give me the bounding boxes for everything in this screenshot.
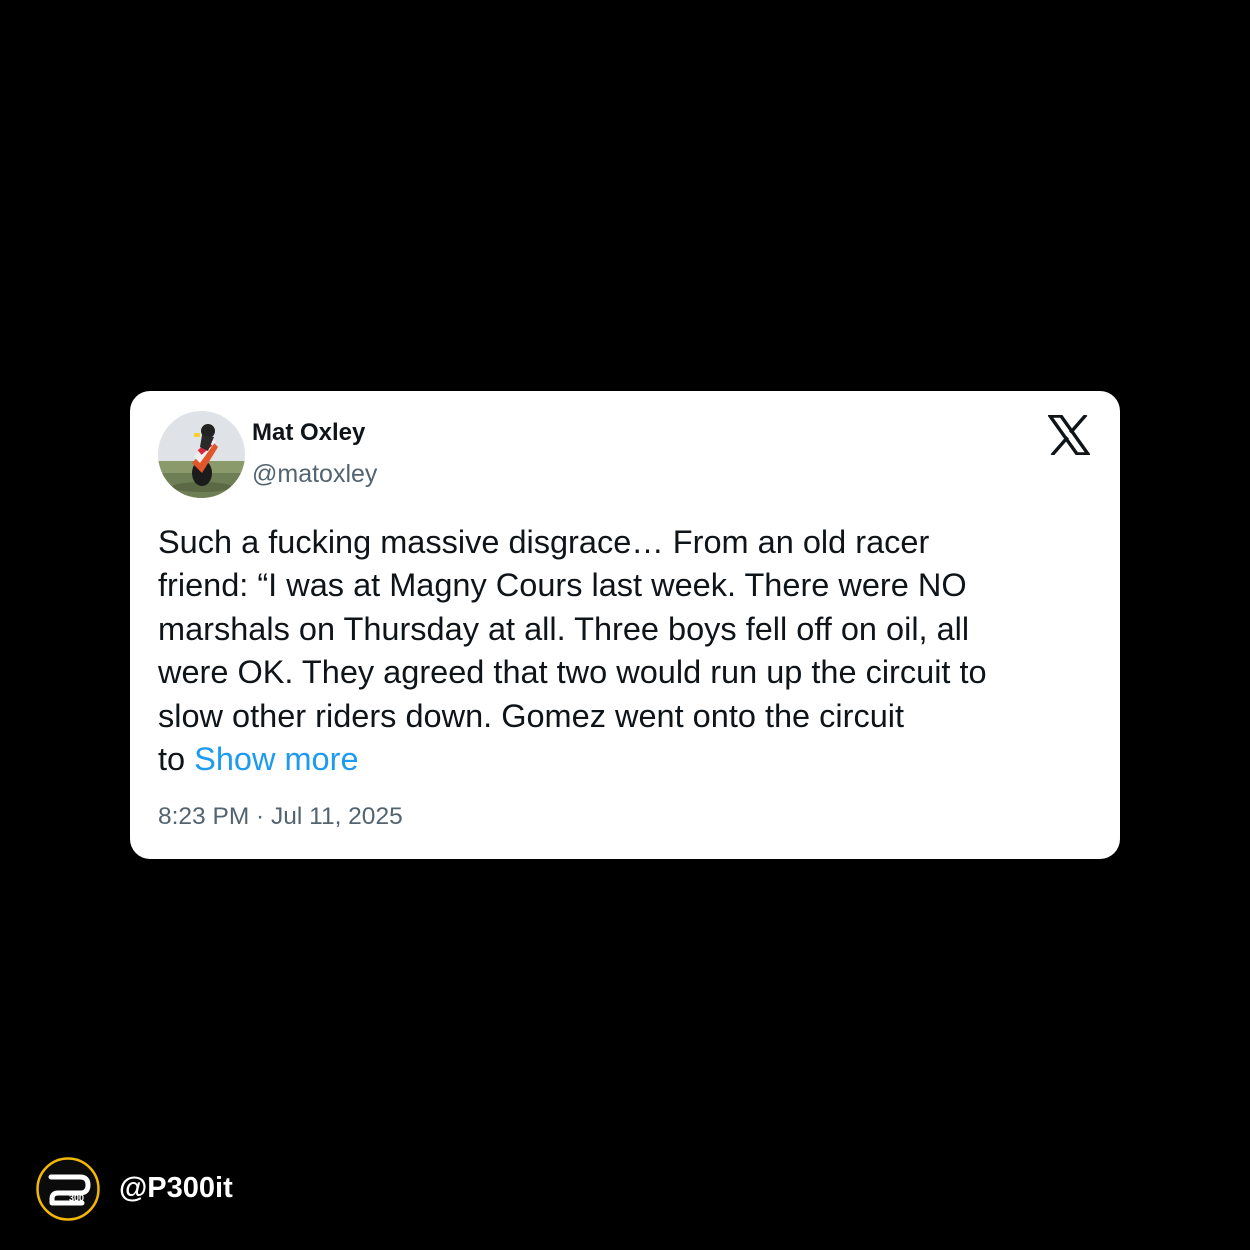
tweet-card[interactable]: Mat Oxley @matoxley Such a fucking massi… [130, 391, 1120, 859]
tweet-text-tail: to [158, 741, 195, 778]
tweet-text-line: friend: “I was at Magny Cours last week.… [158, 567, 967, 604]
tweet-text-last-line: to Show more [158, 738, 1098, 781]
show-more-link[interactable]: Show more [194, 741, 358, 777]
avatar[interactable] [158, 411, 245, 498]
p300-logo-text: 300 [69, 1193, 84, 1203]
tweet-timestamp[interactable]: 8:23 PM · Jul 11, 2025 [158, 803, 403, 831]
x-logo-icon[interactable] [1046, 413, 1092, 457]
tweet-text-line: slow other riders down. Gomez went onto … [158, 697, 905, 734]
display-name[interactable]: Mat Oxley [252, 419, 365, 447]
tweet-text-line: marshals on Thursday at all. Three boys … [158, 610, 970, 647]
p300-logo: 300 [36, 1157, 100, 1221]
tweet-text: Such a fucking massive disgrace… From an… [158, 521, 1098, 781]
tweet-text-line: Such a fucking massive disgrace… From an… [158, 524, 930, 560]
watermark: 300 @P300it [36, 1157, 336, 1221]
watermark-handle: @P300it [119, 1172, 233, 1204]
user-handle[interactable]: @matoxley [252, 460, 377, 489]
avatar-photo [158, 411, 245, 498]
tweet-text-line: were OK. They agreed that two would run … [158, 654, 987, 691]
